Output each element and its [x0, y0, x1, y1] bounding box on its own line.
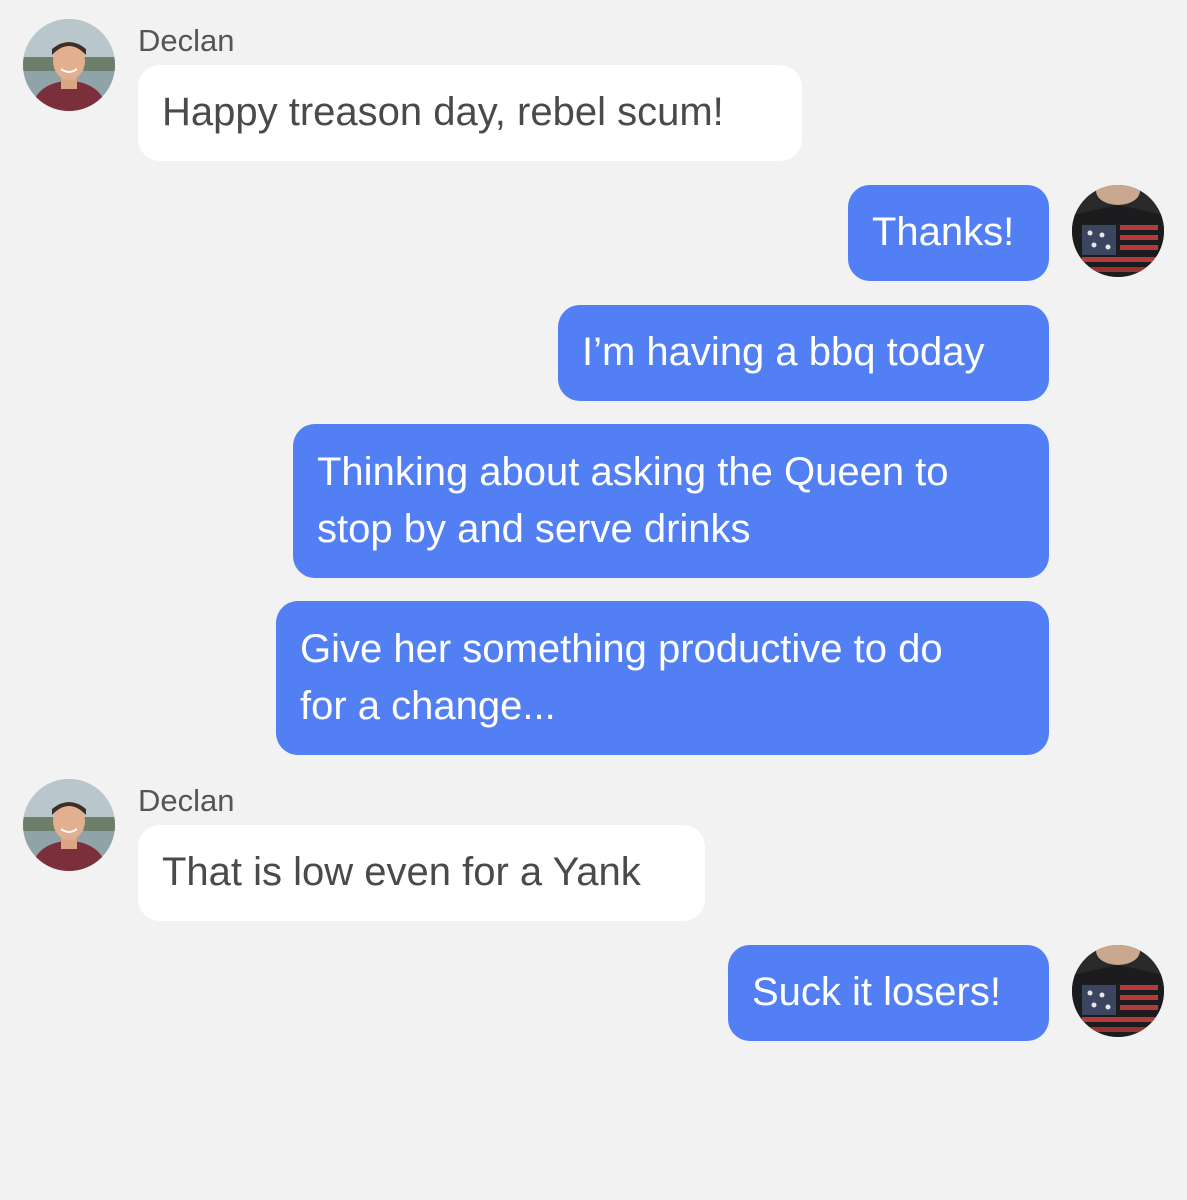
my-avatar[interactable] [1072, 185, 1164, 277]
contact-avatar[interactable] [23, 779, 115, 871]
message-text: Happy treason day, rebel scum! [162, 90, 724, 134]
message-bubble-incoming[interactable]: Happy treason day, rebel scum! [138, 65, 802, 161]
message-bubble-incoming[interactable]: That is low even for a Yank [138, 825, 705, 921]
message-bubble-outgoing[interactable]: Give her something productive to do for … [276, 601, 1049, 755]
flag-jacket-avatar-icon [1072, 945, 1164, 1037]
flag-jacket-avatar-icon [1072, 185, 1164, 277]
message-bubble-outgoing[interactable]: Suck it losers! [728, 945, 1049, 1041]
message-text-line: stop by and serve drinks [317, 507, 751, 551]
message-bubble-outgoing[interactable]: Thinking about asking the Queen to stop … [293, 424, 1049, 578]
message-bubble-outgoing[interactable]: Thanks! [848, 185, 1049, 281]
message-text-line: Give her something productive to do [300, 627, 943, 671]
person-photo-avatar-icon [23, 19, 115, 111]
sender-name: Declan [138, 23, 235, 58]
message-bubble-outgoing[interactable]: I’m having a bbq today [558, 305, 1049, 401]
message-text: I’m having a bbq today [582, 330, 985, 374]
contact-avatar[interactable] [23, 19, 115, 111]
message-text-line: for a change... [300, 684, 556, 728]
sender-name: Declan [138, 783, 235, 818]
message-text: Thanks! [872, 210, 1015, 254]
message-text: That is low even for a Yank [162, 850, 641, 894]
person-photo-avatar-icon [23, 779, 115, 871]
my-avatar[interactable] [1072, 945, 1164, 1037]
message-text-line: Thinking about asking the Queen to [317, 450, 949, 494]
message-text: Suck it losers! [752, 970, 1001, 1014]
